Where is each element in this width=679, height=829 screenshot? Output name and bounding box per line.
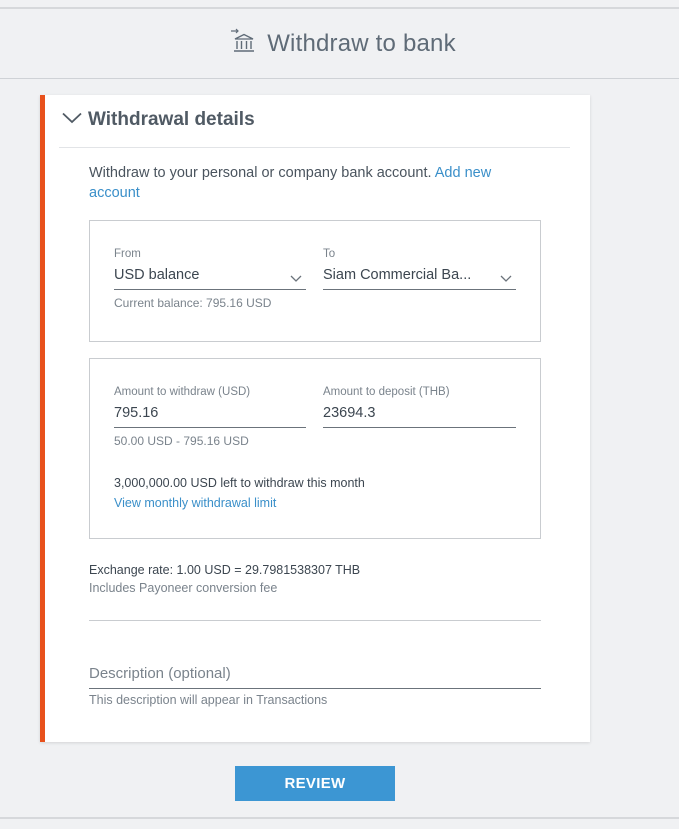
description-placeholder: Description (optional) [89,665,231,682]
header-content: Withdraw to bank [229,28,456,59]
section-divider [59,147,570,148]
from-value: USD balance [114,267,200,283]
amount-underline [114,427,306,428]
intro-text: Withdraw to your personal or company ban… [89,163,529,203]
deposit-value: 23694.3 [323,405,376,421]
amount-value: 795.16 [114,405,159,421]
to-underline [323,289,516,290]
bank-transfer-icon [229,28,255,59]
amount-to-withdraw-input[interactable]: Amount to withdraw (USD) 795.16 50.00 US… [114,386,306,448]
exchange-rate: Exchange rate: 1.00 USD = 29.7981538307 … [89,563,361,577]
withdrawal-card: Withdrawal details Withdraw to your pers… [40,95,590,742]
page-title: Withdraw to bank [267,29,456,57]
page-header: Withdraw to bank [0,9,679,78]
description-field[interactable]: Description (optional) This description … [89,665,541,707]
intro-description: Withdraw to your personal or company ban… [89,165,435,181]
chevron-down-icon [500,270,512,288]
card-accent-bar [40,95,45,742]
to-select[interactable]: To Siam Commercial Ba... [323,248,516,290]
description-hint: This description will appear in Transact… [89,693,328,707]
to-value: Siam Commercial Ba... [323,267,472,283]
amount-range-hint: 50.00 USD - 795.16 USD [114,434,249,448]
withdrawal-details-toggle[interactable]: Withdrawal details [62,109,255,131]
description-underline [89,688,541,689]
current-balance-hint: Current balance: 795.16 USD [114,296,272,310]
deposit-underline [323,427,516,428]
from-select[interactable]: From USD balance Current balance: 795.16… [114,248,306,310]
chevron-down-icon [62,111,82,129]
bottom-divider [0,817,679,819]
deposit-label: Amount to deposit (THB) [323,386,450,398]
monthly-limit-text: 3,000,000.00 USD left to withdraw this m… [114,476,365,490]
from-underline [114,289,306,290]
review-button[interactable]: REVIEW [235,766,395,801]
conversion-fee-note: Includes Payoneer conversion fee [89,581,278,595]
section-title: Withdrawal details [88,109,255,130]
view-monthly-limit-link[interactable]: View monthly withdrawal limit [114,496,276,510]
amount-label: Amount to withdraw (USD) [114,386,251,398]
from-label: From [114,248,141,260]
accounts-box: From USD balance Current balance: 795.16… [89,220,541,342]
chevron-down-icon [290,270,302,288]
to-label: To [323,248,336,260]
exchange-divider [89,620,541,621]
amounts-box: Amount to withdraw (USD) 795.16 50.00 US… [89,358,541,539]
amount-to-deposit-input[interactable]: Amount to deposit (THB) 23694.3 [323,386,516,428]
header-divider [0,78,679,79]
